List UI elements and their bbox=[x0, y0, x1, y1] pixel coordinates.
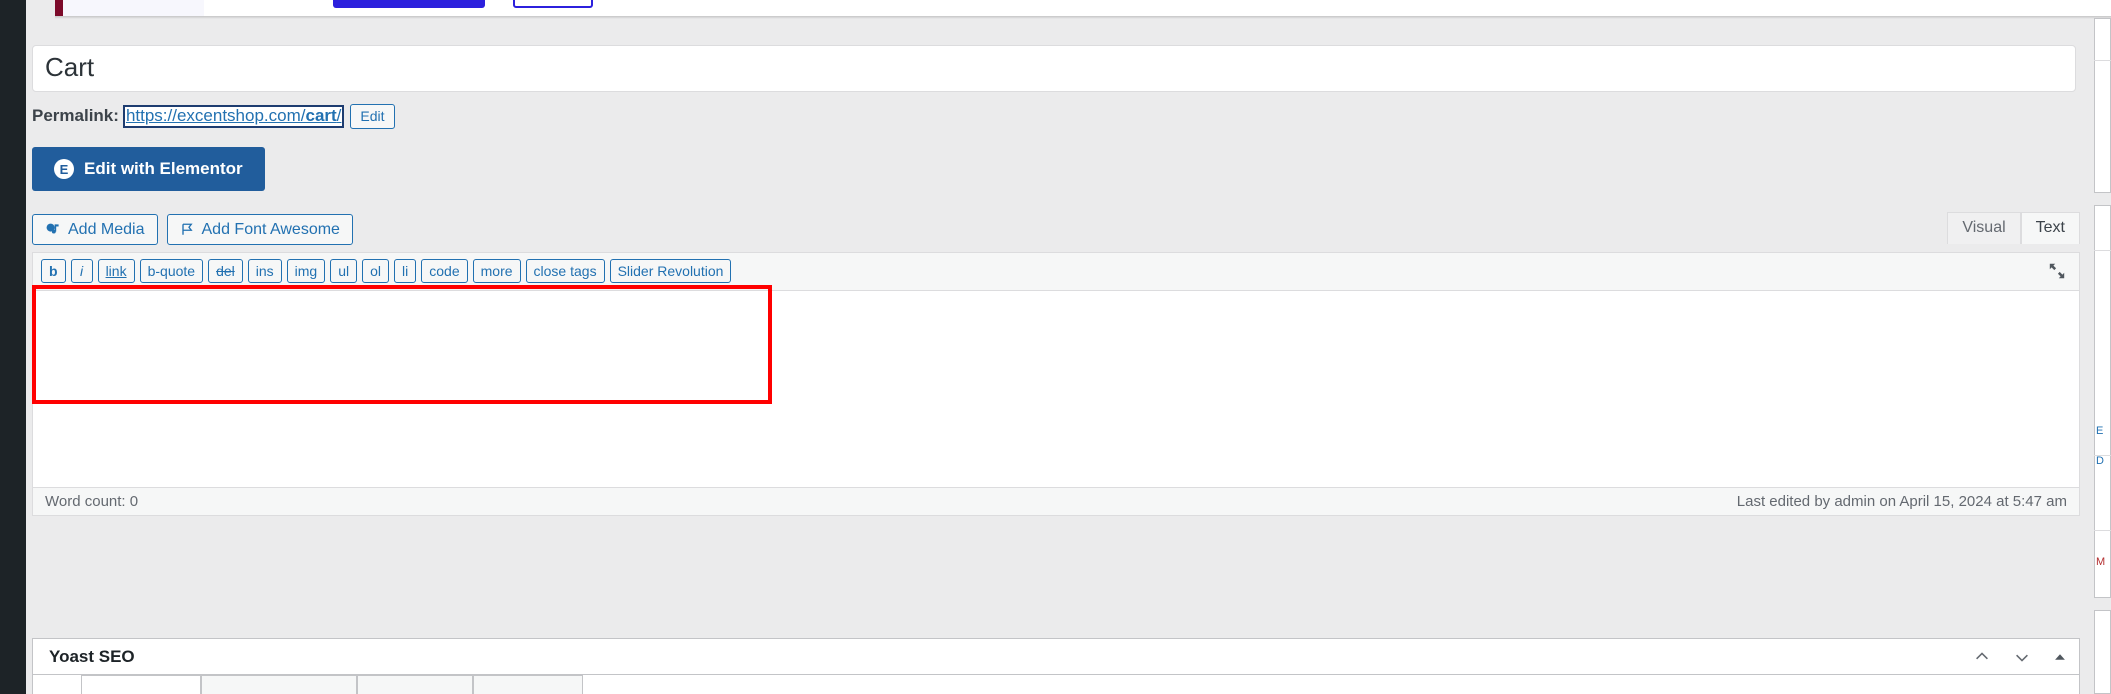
permalink-edit-button[interactable]: Edit bbox=[350, 103, 395, 129]
tab-visual[interactable]: Visual bbox=[1947, 212, 2021, 244]
admin-menu-rail[interactable] bbox=[0, 0, 26, 694]
notice-secondary-button[interactable] bbox=[513, 0, 593, 8]
quicktag-blockquote[interactable]: b-quote bbox=[139, 259, 204, 283]
flag-icon bbox=[180, 222, 195, 237]
wordpress-edit-page-screen: Permalink: https://excentshop.com/cart/ … bbox=[0, 0, 2111, 694]
quicktag-link[interactable]: link bbox=[97, 259, 135, 283]
edit-with-elementor-button[interactable]: E Edit with Elementor bbox=[32, 147, 265, 191]
media-icon bbox=[45, 222, 61, 238]
yoast-tabs-row bbox=[33, 675, 2079, 694]
quicktag-ul[interactable]: ul bbox=[330, 259, 358, 283]
notice-shadow bbox=[55, 16, 2111, 19]
last-edited-label: Last edited by admin on April 15, 2024 a… bbox=[1736, 493, 2067, 510]
quicktag-more[interactable]: more bbox=[472, 259, 521, 283]
fullscreen-icon[interactable] bbox=[2045, 259, 2069, 283]
add-font-awesome-button[interactable]: Add Font Awesome bbox=[166, 214, 353, 245]
quicktag-slider-revolution[interactable]: Slider Revolution bbox=[609, 259, 732, 283]
quicktag-del[interactable]: del bbox=[208, 259, 243, 283]
meta-divider-2 bbox=[2094, 250, 2111, 251]
chevron-up-icon[interactable] bbox=[1973, 648, 1991, 666]
quicktag-img[interactable]: img bbox=[286, 259, 326, 283]
page-attributes-metabox bbox=[2094, 205, 2111, 598]
quicktag-ins[interactable]: ins bbox=[247, 259, 282, 283]
editor-mode-tabs: Visual Text bbox=[1947, 212, 2080, 244]
quicktag-bold[interactable]: b bbox=[41, 259, 66, 283]
post-header-area: Permalink: https://excentshop.com/cart/ … bbox=[32, 45, 2080, 191]
quicktag-close-tags[interactable]: close tags bbox=[525, 259, 605, 283]
elementor-logo-icon: E bbox=[54, 159, 74, 179]
post-title-input[interactable] bbox=[32, 45, 2076, 92]
permalink-slug: cart bbox=[305, 105, 337, 125]
permalink-prefix: https://excentshop.com/ bbox=[125, 105, 306, 125]
permalink-label: Permalink: bbox=[32, 106, 119, 125]
permalink-link[interactable]: https://excentshop.com/cart/ bbox=[122, 104, 345, 128]
notice-body bbox=[204, 0, 2111, 16]
meta-link-2[interactable]: D bbox=[2096, 455, 2104, 467]
chevron-down-icon[interactable] bbox=[2013, 648, 2031, 666]
permalink-row: Permalink: https://excentshop.com/cart/ … bbox=[32, 103, 2080, 129]
meta-sidebar-clipped: E D M bbox=[2094, 0, 2111, 694]
meta-divider-4 bbox=[2094, 530, 2111, 531]
word-count-label: Word count: 0 bbox=[45, 493, 139, 510]
meta-link-1[interactable]: E bbox=[2096, 425, 2103, 437]
quicktag-ol[interactable]: ol bbox=[362, 259, 390, 283]
notice-primary-button[interactable] bbox=[333, 0, 485, 8]
meta-link-trash[interactable]: M bbox=[2096, 556, 2105, 568]
triangle-up-icon[interactable] bbox=[2053, 650, 2067, 664]
media-buttons-row: Add Media Add Font Awesome Visual Text bbox=[32, 212, 2080, 245]
quicktag-italic[interactable]: i bbox=[70, 259, 93, 283]
content-textarea[interactable] bbox=[32, 291, 2080, 488]
yoast-panel-controls bbox=[1973, 648, 2067, 666]
yoast-tab-social[interactable] bbox=[473, 675, 583, 694]
tab-text[interactable]: Text bbox=[2020, 212, 2080, 244]
publish-metabox bbox=[2094, 18, 2111, 193]
quicktags-toolbar: b i link b-quote del ins img ul ol li co… bbox=[32, 252, 2080, 291]
yoast-tab-schema[interactable] bbox=[357, 675, 473, 694]
add-font-awesome-label: Add Font Awesome bbox=[201, 220, 340, 238]
yoast-seo-header[interactable]: Yoast SEO bbox=[33, 639, 2079, 675]
permalink-suffix: / bbox=[336, 105, 342, 125]
yoast-seo-postbox: Yoast SEO bbox=[32, 638, 2080, 694]
yoast-tab-seo[interactable] bbox=[81, 675, 201, 694]
editor-status-bar: Word count: 0 Last edited by admin on Ap… bbox=[32, 488, 2080, 516]
edit-with-elementor-label: Edit with Elementor bbox=[84, 159, 243, 178]
featured-image-metabox bbox=[2094, 610, 2111, 694]
meta-divider-1 bbox=[2094, 60, 2111, 61]
add-media-button[interactable]: Add Media bbox=[32, 214, 158, 245]
yoast-seo-title: Yoast SEO bbox=[49, 646, 135, 666]
add-media-label: Add Media bbox=[68, 220, 145, 238]
yoast-tab-readability[interactable] bbox=[201, 675, 357, 694]
quicktag-code[interactable]: code bbox=[421, 259, 468, 283]
top-notice-banner bbox=[55, 0, 2111, 16]
quicktag-li[interactable]: li bbox=[394, 259, 417, 283]
content-editor-postbox: Add Media Add Font Awesome Visual Text b… bbox=[32, 212, 2080, 516]
